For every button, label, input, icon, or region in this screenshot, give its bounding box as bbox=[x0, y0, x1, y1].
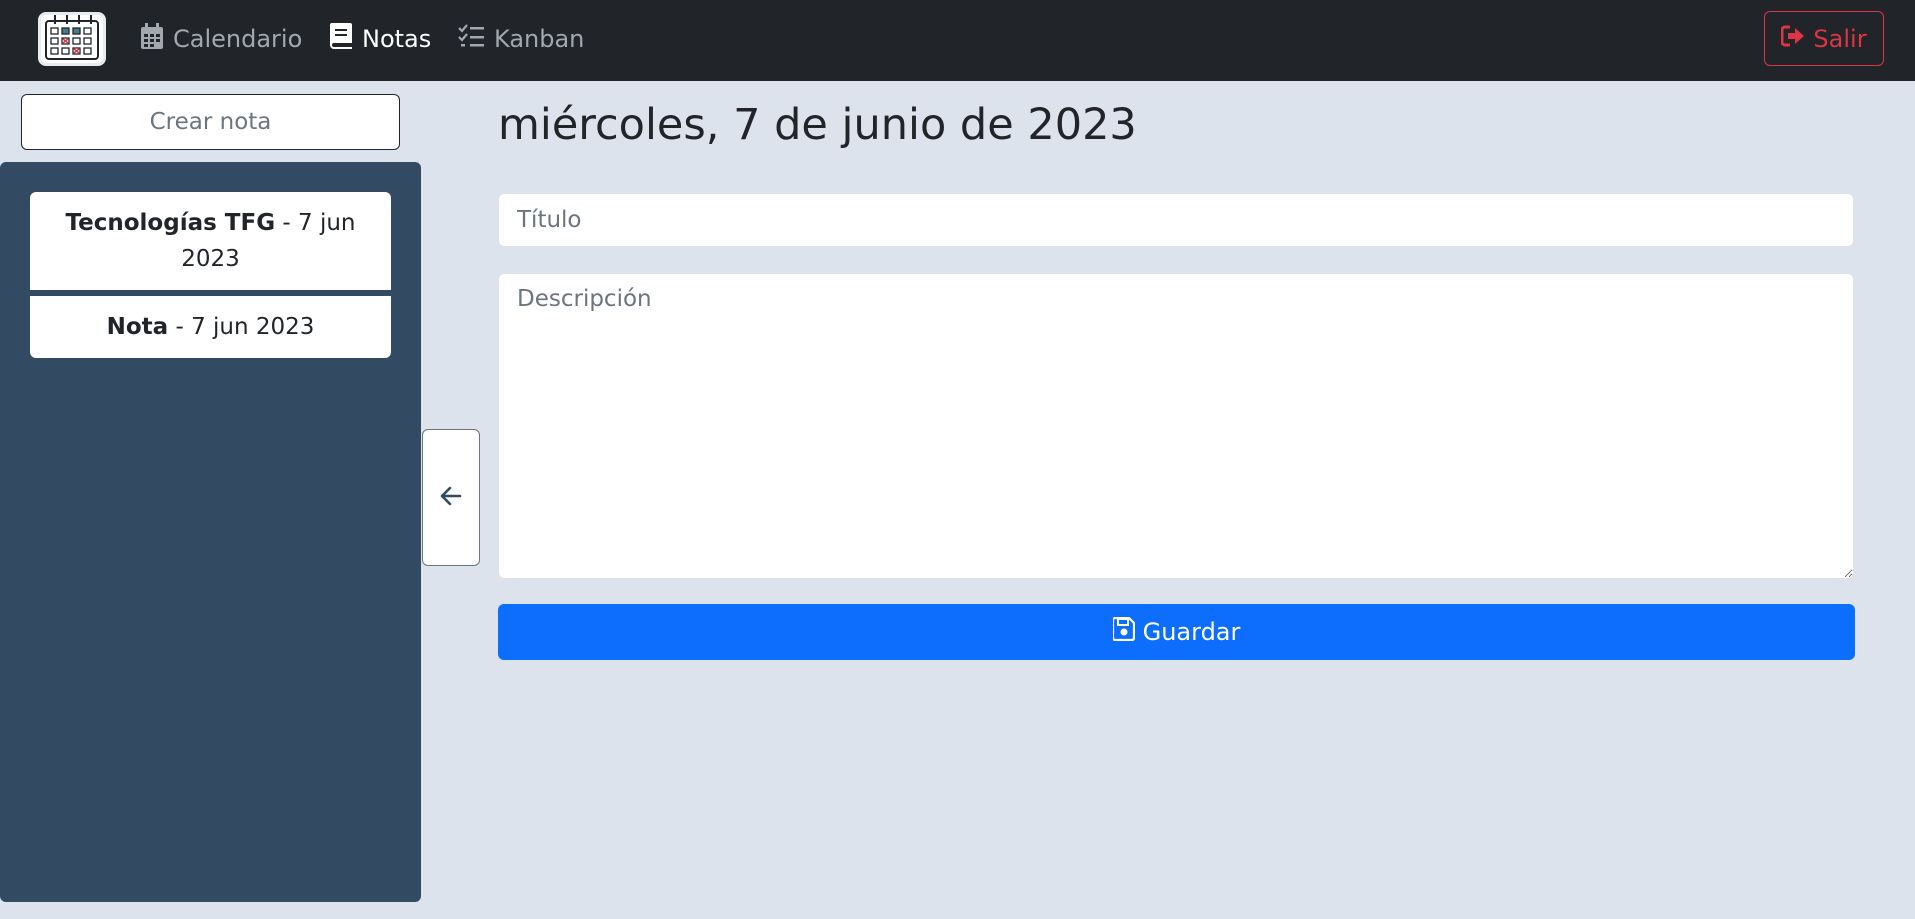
collapse-sidebar-button[interactable] bbox=[422, 429, 480, 566]
arrow-left-icon bbox=[440, 486, 462, 510]
nav-item-label: Kanban bbox=[494, 25, 585, 53]
page-title: miércoles, 7 de junio de 2023 bbox=[498, 100, 1137, 150]
checklist-icon bbox=[458, 24, 484, 54]
calendar-icon bbox=[141, 23, 163, 55]
note-title-input[interactable] bbox=[498, 193, 1854, 247]
sign-out-icon bbox=[1780, 25, 1805, 53]
note-list-item[interactable]: Nota - 7 jun 2023 bbox=[30, 296, 391, 358]
note-date: - 7 jun 2023 bbox=[168, 314, 315, 340]
nav-item-notas[interactable]: Notas bbox=[330, 20, 431, 58]
nav-item-label: Notas bbox=[362, 25, 432, 53]
note-title: Tecnologías TFG bbox=[65, 210, 276, 236]
notes-sidebar: Tecnologías TFG - 7 jun 2023 Nota - 7 ju… bbox=[0, 162, 421, 902]
save-label: Guardar bbox=[1142, 618, 1241, 646]
calendar-logo-icon[interactable] bbox=[38, 12, 106, 66]
create-note-button[interactable]: Crear nota bbox=[21, 94, 400, 150]
logout-label: Salir bbox=[1813, 24, 1867, 53]
floppy-disk-icon bbox=[1111, 616, 1135, 647]
nav-item-label: Calendario bbox=[173, 25, 303, 53]
notebook-icon bbox=[330, 23, 352, 55]
nav-item-calendario[interactable]: Calendario bbox=[141, 20, 302, 58]
logout-button[interactable]: Salir bbox=[1764, 11, 1884, 66]
top-navbar: Calendario Notas Kanban Salir bbox=[0, 0, 1915, 81]
nav-item-kanban[interactable]: Kanban bbox=[458, 20, 584, 58]
note-list-item[interactable]: Tecnologías TFG - 7 jun 2023 bbox=[30, 192, 391, 290]
note-title: Nota bbox=[106, 314, 169, 340]
note-description-input[interactable] bbox=[498, 273, 1854, 579]
save-button[interactable]: Guardar bbox=[498, 604, 1855, 660]
